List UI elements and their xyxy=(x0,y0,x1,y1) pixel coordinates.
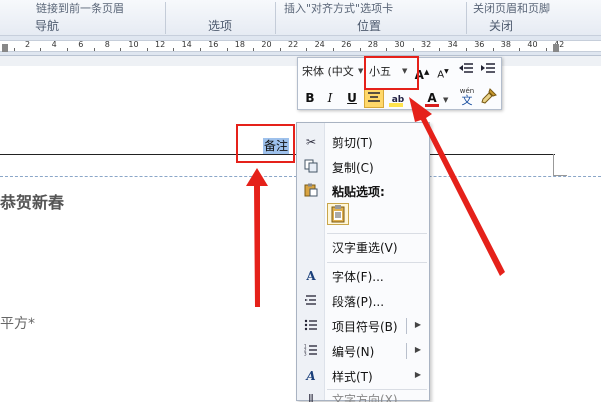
annotation-arrows xyxy=(246,97,505,307)
annotation-arrow-up xyxy=(246,168,268,307)
annotation-arrow-diagonal xyxy=(409,97,505,276)
